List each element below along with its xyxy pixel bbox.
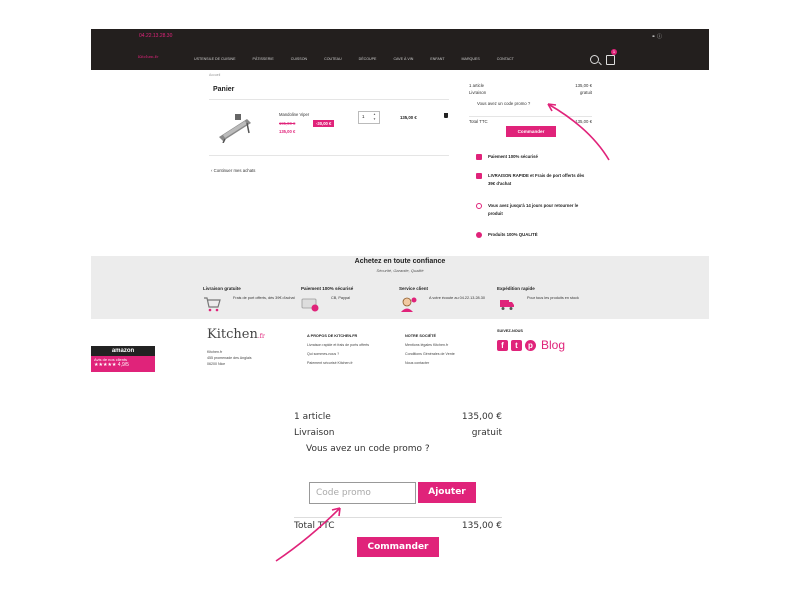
- arrow-top: [547, 103, 610, 161]
- arrow-bottom: [275, 507, 341, 562]
- annotation-arrows: [275, 103, 610, 562]
